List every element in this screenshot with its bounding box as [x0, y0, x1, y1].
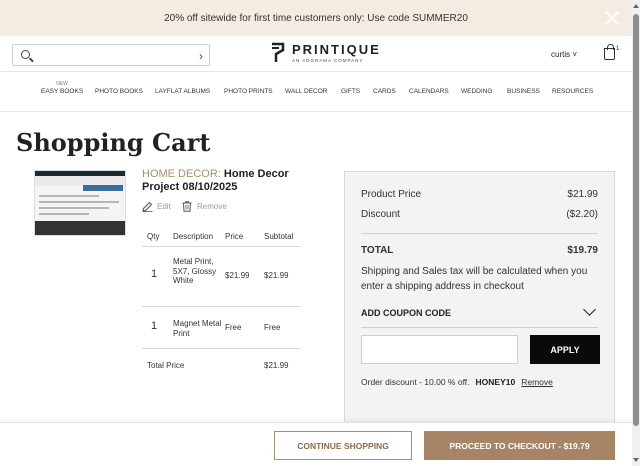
divider: [142, 246, 301, 247]
product-price-value: $21.99: [567, 189, 598, 200]
row-price: Free: [225, 323, 242, 332]
discount-row: Discount ($2.20): [361, 209, 598, 220]
order-summary: Product Price $21.99 Discount ($2.20) TO…: [344, 171, 615, 431]
product-category: HOME DECOR:: [142, 168, 221, 180]
remove-button[interactable]: Remove: [182, 201, 227, 212]
add-coupon-toggle[interactable]: ADD COUPON CODE: [361, 303, 598, 318]
total-price-value: $21.99: [264, 361, 289, 370]
applied-discount: Order discount - 10.00 % off. HONEY10 Remo…: [361, 377, 553, 387]
nav-item-photo-books[interactable]: PHOTO BOOKS: [95, 88, 143, 95]
nav-item-easy-books[interactable]: NEW EASY BOOKS: [41, 81, 83, 95]
shipping-note: Shipping and Sales tax will be calculate…: [361, 266, 588, 292]
nav-item-cards[interactable]: CARDS: [373, 88, 396, 95]
total-row: TOTAL $19.79: [361, 245, 598, 256]
cart-count-badge: 1: [616, 46, 620, 52]
nav-item-wedding[interactable]: WEDDING: [461, 88, 492, 95]
divider: [142, 306, 301, 307]
row-description: Metal Print, 5X7, Glossy White: [173, 257, 217, 285]
continue-shopping-button[interactable]: CONTINUE SHOPPING: [274, 431, 412, 460]
row-qty: 1: [151, 320, 158, 332]
row-description: Magnet Metal Print: [173, 319, 222, 338]
close-icon[interactable]: [604, 10, 620, 26]
nav-item-resources[interactable]: RESOURCES: [552, 88, 593, 95]
printique-logo-icon: [272, 42, 285, 62]
col-price: Price: [225, 232, 244, 241]
product-price-row: Product Price $21.99: [361, 189, 598, 200]
proceed-to-checkout-button[interactable]: PROCEED TO CHECKOUT - $19.79: [424, 431, 615, 460]
pencil-icon: [142, 201, 153, 212]
nav-item-business[interactable]: BUSINESS: [507, 88, 540, 95]
row-subtotal: Free: [264, 323, 281, 332]
scrollbar[interactable]: [632, 0, 640, 466]
promo-text: 20% off sitewide for first time customer…: [164, 12, 468, 24]
discount-value: ($2.20): [566, 209, 598, 220]
search-input[interactable]: ›: [12, 44, 210, 66]
total-value: $19.79: [567, 245, 598, 256]
trash-icon: [182, 201, 192, 212]
logo[interactable]: PRINTIQUE AN ADORAMA COMPANY: [270, 42, 381, 64]
search-icon: [21, 50, 30, 59]
product-title: HOME DECOR: Home Decor Project 08/10/202…: [142, 168, 302, 194]
logo-name: PRINTIQUE: [292, 42, 381, 57]
divider: [361, 233, 598, 234]
coupon-code: HONEY10: [475, 377, 516, 387]
search-submit-icon[interactable]: ›: [199, 49, 203, 63]
checkout-footer: CONTINUE SHOPPING PROCEED TO CHECKOUT - …: [0, 422, 632, 466]
row-qty: 1: [151, 268, 158, 280]
row-subtotal: $21.99: [264, 271, 289, 280]
col-qty: Qty: [147, 232, 160, 241]
page-title: Shopping Cart: [16, 128, 211, 157]
row-price: $21.99: [225, 271, 250, 280]
account-menu[interactable]: curtis ˅: [551, 50, 577, 59]
total-price-label: Total Price: [147, 361, 185, 370]
remove-coupon-link[interactable]: Remove: [521, 377, 553, 387]
scroll-down-icon[interactable]: [633, 458, 639, 462]
edit-button[interactable]: Edit: [142, 201, 171, 212]
divider: [361, 327, 598, 328]
col-description: Description: [173, 232, 214, 241]
nav-item-photo-prints[interactable]: PHOTO PRINTS: [224, 88, 273, 95]
divider: [142, 348, 301, 349]
col-subtotal: Subtotal: [264, 232, 294, 241]
nav-item-wall-decor[interactable]: WALL DECOR: [285, 88, 328, 95]
product-thumbnail[interactable]: [34, 170, 126, 236]
coupon-code-input[interactable]: [361, 335, 518, 364]
nav-item-layflat-albums[interactable]: LAYFLAT ALBUMS: [155, 88, 210, 95]
new-badge: NEW: [56, 81, 68, 87]
main-nav: NEW EASY BOOKS PHOTO BOOKS LAYFLAT ALBUM…: [0, 72, 632, 112]
nav-item-calendars[interactable]: CALENDARS: [409, 88, 449, 95]
logo-subtitle: AN ADORAMA COMPANY: [292, 58, 364, 63]
promo-banner: 20% off sitewide for first time customer…: [0, 0, 632, 36]
site-header: › PRINTIQUE AN ADORAMA COMPANY curtis ˅ …: [0, 36, 632, 72]
scrollbar-thumb[interactable]: [633, 14, 639, 426]
cart-icon[interactable]: [604, 44, 615, 60]
apply-coupon-button[interactable]: APPLY: [530, 335, 600, 364]
scroll-up-icon[interactable]: [633, 4, 639, 8]
chevron-down-icon: [583, 303, 596, 316]
nav-item-gifts[interactable]: GIFTS: [341, 88, 360, 95]
